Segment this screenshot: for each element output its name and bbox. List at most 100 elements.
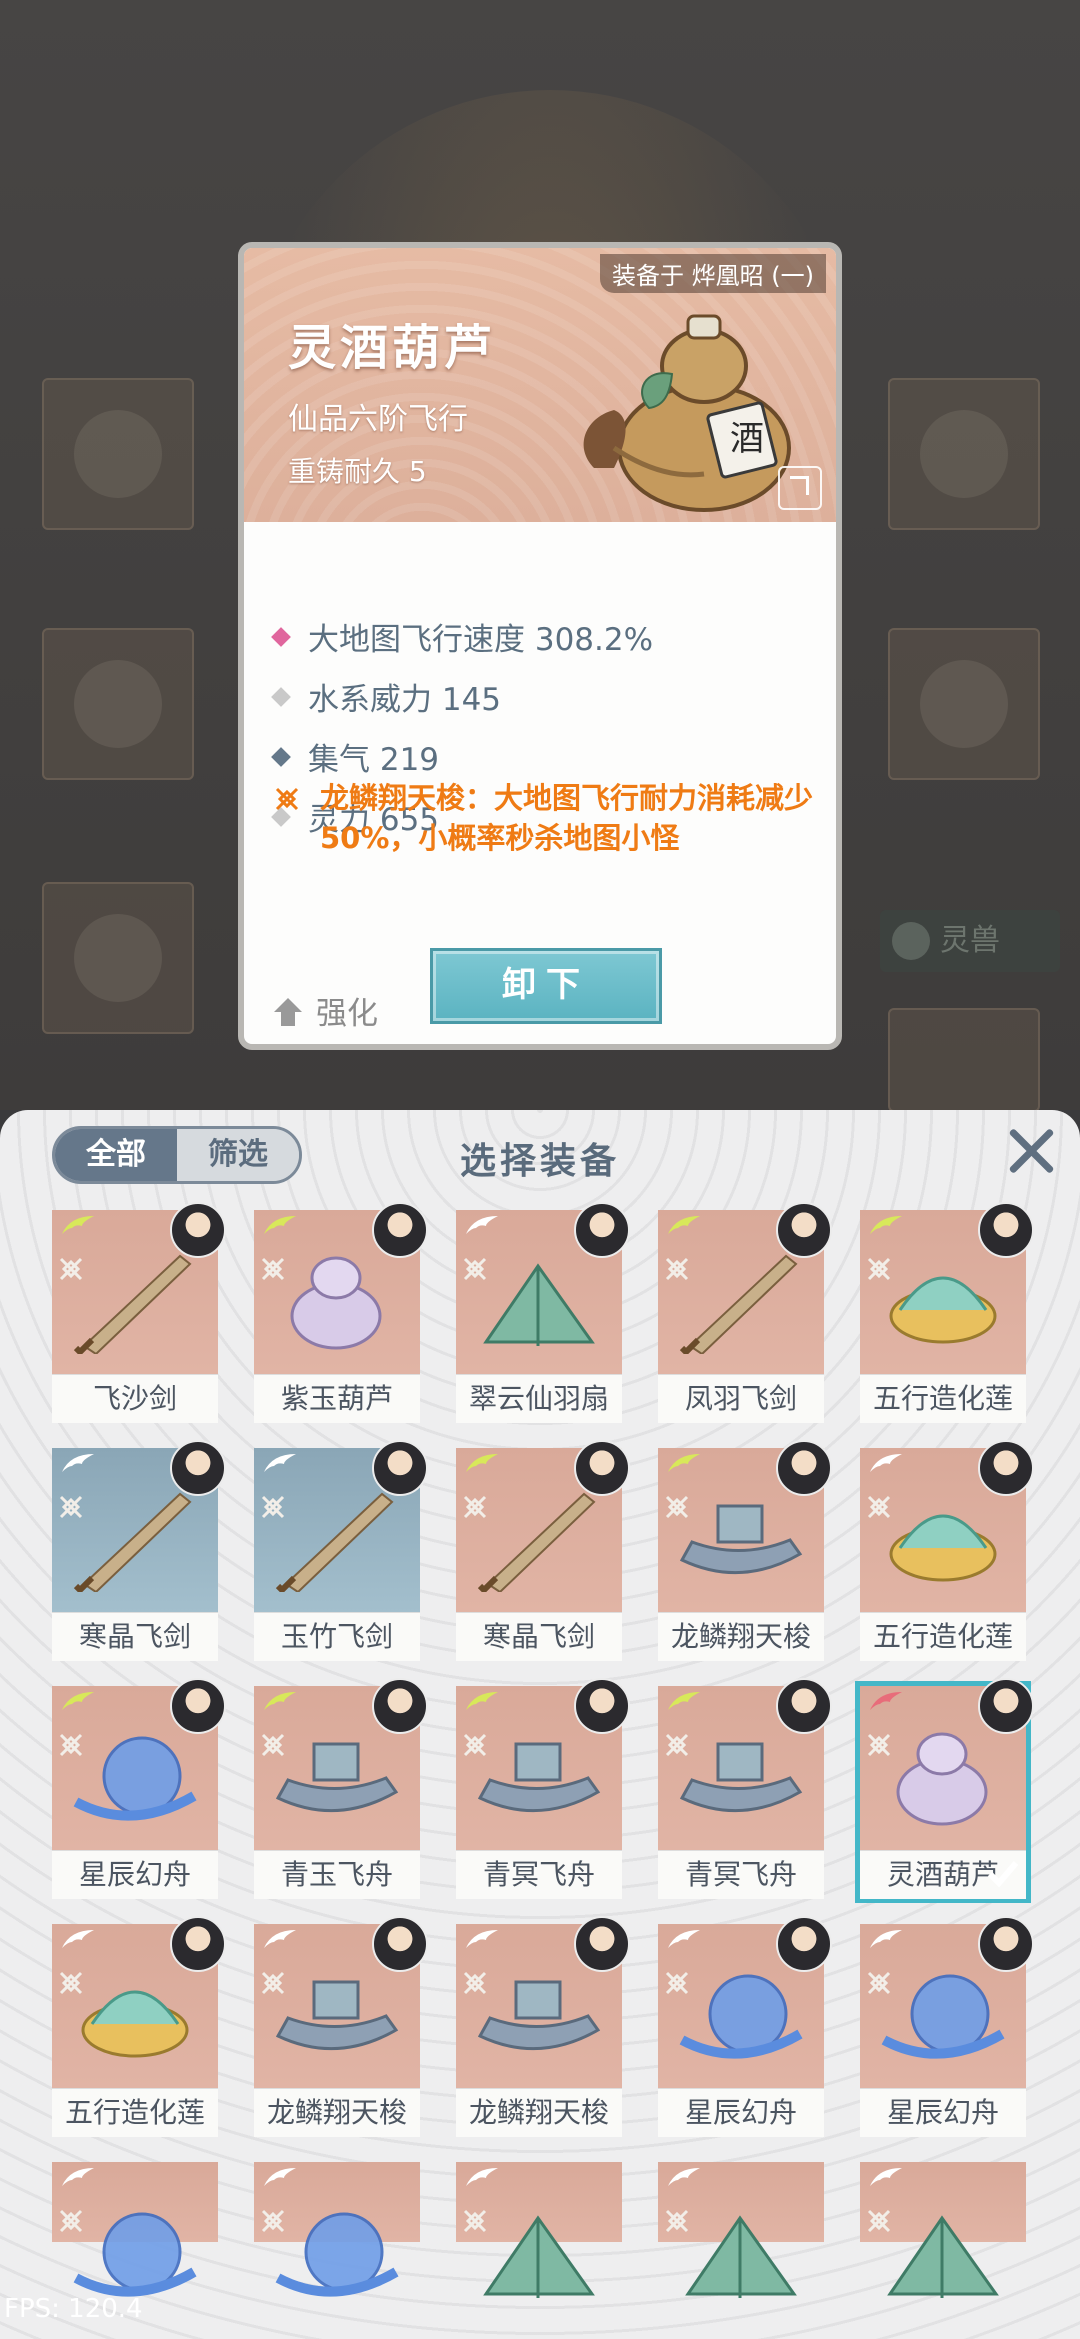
equipment-name: 翠云仙羽扇 <box>456 1374 622 1423</box>
enhance-label: 强化 <box>316 996 378 1032</box>
fps-counter: FPS: 120.4 <box>4 2294 143 2324</box>
equipment-cell[interactable]: 青冥飞舟 <box>456 1678 630 1899</box>
equipment-cell[interactable]: 龙鳞翔天梭 <box>456 1916 630 2137</box>
equip-slot-right-2 <box>888 628 1040 780</box>
equipment-art <box>860 1678 1034 1850</box>
equipment-cell[interactable]: 五行造化莲 <box>52 1916 226 2137</box>
equipment-cell[interactable]: 龙鳞翔天梭 <box>658 1440 832 1661</box>
equipment-art <box>860 2162 1026 2298</box>
character-avatar <box>776 1678 832 1734</box>
close-icon[interactable] <box>1006 1126 1056 1176</box>
wing-icon <box>62 1692 94 1710</box>
wing-icon <box>466 1454 498 1472</box>
equipment-art <box>52 1440 226 1612</box>
wine-gourd-illustration: 酒 <box>583 314 791 512</box>
special-effect-icon <box>275 787 299 811</box>
equip-slot-left-1 <box>42 378 194 530</box>
equipment-cell[interactable]: 青冥飞舟 <box>658 1678 832 1899</box>
wing-icon <box>264 1454 296 1472</box>
stat-row-2: 水系威力 145 <box>271 674 502 719</box>
enhance-button[interactable]: 强化 <box>274 988 378 1033</box>
wing-icon <box>264 1216 296 1234</box>
gourd-icon <box>896 1732 988 1826</box>
equipment-cell[interactable]: 五行造化莲 <box>860 1202 1034 1423</box>
diamond-icon <box>271 626 291 647</box>
equipment-cell[interactable]: 寒晶飞剑 <box>456 1440 630 1661</box>
equipment-art <box>456 1916 630 2088</box>
equipment-art <box>456 1678 630 1850</box>
equipment-cell[interactable]: 翠云仙羽扇 <box>456 1202 630 1423</box>
wing-icon <box>668 2168 700 2186</box>
equipment-cell[interactable]: 星辰幻舟 <box>658 1916 832 2137</box>
equipment-art <box>254 2162 420 2297</box>
equipment-art <box>456 1202 630 1374</box>
stat-row-1: 大地图飞行速度 308.2% <box>271 614 654 659</box>
character-avatar <box>776 1916 832 1972</box>
equipment-name: 青玉飞舟 <box>254 1850 420 1899</box>
character-avatar <box>372 1440 428 1496</box>
equipment-name: 青冥飞舟 <box>456 1850 622 1899</box>
equipment-cell[interactable]: 龙鳞翔天梭 <box>254 1916 428 2137</box>
orb-icon <box>275 2212 399 2297</box>
equipment-cell[interactable] <box>860 2162 1026 2339</box>
sword-icon <box>275 1492 394 1592</box>
boat-icon <box>477 1980 601 2051</box>
equipment-name: 星辰幻舟 <box>658 2088 824 2137</box>
equipment-cell[interactable]: 凤羽飞剑 <box>658 1202 832 1423</box>
wing-icon <box>668 1454 700 1472</box>
equip-slot-left-3 <box>42 882 194 1034</box>
panel-title: 选择装备 <box>459 1141 620 1182</box>
character-avatar <box>978 1202 1034 1258</box>
stat-text: 水系威力 145 <box>308 682 502 718</box>
character-avatar <box>372 1678 428 1734</box>
character-avatar <box>170 1916 226 1972</box>
equipment-name: 龙鳞翔天梭 <box>658 1612 824 1661</box>
stat-text: 大地图飞行速度 308.2% <box>308 622 654 658</box>
equipment-cell[interactable]: 五行造化莲 <box>860 1440 1034 1661</box>
wing-icon <box>870 2168 902 2186</box>
lotus-icon <box>81 1990 189 2058</box>
equip-slot-right-1 <box>888 378 1040 530</box>
wing-icon <box>62 1930 94 1948</box>
character-avatar <box>978 1440 1034 1496</box>
equipment-cell[interactable] <box>456 2162 622 2339</box>
equipment-art <box>658 1440 832 1612</box>
equipment-cell[interactable] <box>254 2162 420 2339</box>
orb-icon <box>679 1974 803 2059</box>
equipment-cell[interactable]: 星辰幻舟 <box>860 1916 1034 2137</box>
paw-icon <box>892 922 930 960</box>
equipment-cell[interactable]: 青玉飞舟 <box>254 1678 428 1899</box>
equipment-cell[interactable]: 飞沙剑 <box>52 1202 226 1423</box>
item-detail-card: 装备于 烨凰昭 (一) 灵酒葫芦 仙品六阶飞行 重铸耐久 5 酒 大地图飞行速度… <box>238 242 842 1050</box>
wing-icon <box>264 1930 296 1948</box>
equip-slot-left-2 <box>42 628 194 780</box>
equipment-art <box>456 2162 622 2298</box>
equipment-art <box>658 2162 824 2298</box>
gourd-icon <box>290 1256 382 1350</box>
wing-icon <box>466 1216 498 1234</box>
character-avatar <box>978 1916 1034 1972</box>
equipment-cell[interactable]: 星辰幻舟 <box>52 1678 226 1899</box>
equipment-art <box>52 1202 226 1374</box>
orb-icon <box>881 1974 1005 2059</box>
equipment-art <box>254 1440 428 1612</box>
equipment-cell[interactable]: 灵酒葫芦 <box>855 1678 1034 1903</box>
equipment-cell[interactable]: 紫玉葫芦 <box>254 1202 428 1423</box>
equipment-name: 青冥飞舟 <box>658 1850 824 1899</box>
checkmark-icon <box>987 1861 1019 1888</box>
svg-text:酒: 酒 <box>730 419 764 459</box>
character-avatar <box>776 1440 832 1496</box>
equipped-by-label: 装备于 烨凰昭 (一) <box>600 254 826 293</box>
unequip-button[interactable]: 卸下 <box>430 948 662 1024</box>
equipment-cell[interactable] <box>658 2162 824 2339</box>
fan-icon <box>887 2215 999 2298</box>
orb-icon <box>73 1736 197 1821</box>
equipment-cell[interactable]: 寒晶飞剑 <box>52 1440 226 1661</box>
character-avatar <box>170 1678 226 1734</box>
wing-icon <box>668 1930 700 1948</box>
equipment-art <box>254 1916 428 2088</box>
equipment-name: 五行造化莲 <box>860 1612 1026 1661</box>
equipment-cell[interactable]: 玉竹飞剑 <box>254 1440 428 1661</box>
share-icon[interactable] <box>778 466 822 510</box>
wing-icon <box>668 1216 700 1234</box>
